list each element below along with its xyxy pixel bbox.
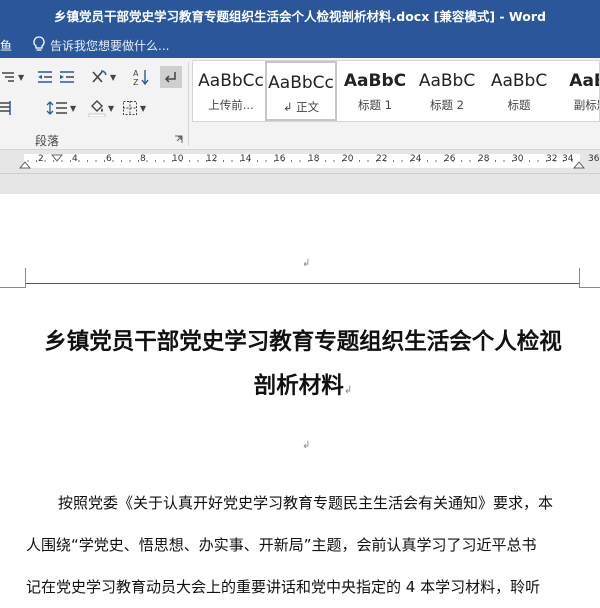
ruler-number: 6 (106, 154, 112, 164)
ruler-number: 2 (38, 154, 44, 164)
horizontal-ruler[interactable]: 2 4 6 8 10 12 14 16 18 20 22 24 26 28 30 32 34 36 (0, 150, 600, 174)
ribbon: ▼ ▼ A Z ▼ ▼ ▼ 段落 AaBbCc 上传前... AaBbCc ↲ … (0, 58, 600, 150)
style-sample: AaBbCc (268, 73, 334, 93)
style-name: 标题 2 (430, 98, 464, 112)
lightbulb-icon (33, 36, 45, 51)
title-line-2-text: 剖析材料 (253, 373, 344, 399)
document-title[interactable]: 乡镇党员干部党史学习教育专题组织生活会个人检视 剖析材料↲ (18, 320, 588, 413)
body-line-3[interactable]: 记在党史学习教育动员大会上的重要讲话和党中央指定的 4 本学习材料，聆听 (26, 576, 586, 597)
ruler-number: 26 (444, 154, 456, 164)
ruler-number: 36 (588, 154, 600, 164)
multilevel-list-icon (2, 72, 14, 82)
paragraph-mark-icon (164, 72, 176, 83)
chinese-layout-button[interactable]: ▼ (90, 66, 116, 88)
shading-button[interactable]: ▼ (88, 97, 114, 119)
ruler-number: 34 (562, 154, 574, 164)
title-line-2: 剖析材料↲ (18, 364, 588, 413)
paragraph-mark: ↲ (343, 385, 353, 396)
line-spacing-icon (46, 101, 67, 115)
ruler-ticks (18, 154, 586, 169)
svg-text:Z: Z (133, 78, 139, 86)
style-sample: AaBbC (418, 71, 476, 91)
chevron-down-icon: ▼ (110, 72, 117, 82)
ruler-number: 18 (308, 154, 320, 164)
ruler-number: 20 (342, 154, 354, 164)
header-rule (26, 283, 579, 284)
align-distributed-button[interactable] (0, 97, 12, 119)
svg-text:A: A (133, 69, 139, 78)
chinese-layout-icon (92, 70, 107, 83)
style-name: 标题 1 (358, 98, 392, 112)
tell-me-input[interactable]: 告诉我您想要做什么... (50, 37, 169, 54)
paint-bucket-icon (88, 100, 106, 117)
paragraph-group-label: 段落 (35, 134, 60, 148)
borders-button[interactable]: ▼ (122, 97, 146, 119)
chevron-down-icon: ▼ (140, 103, 147, 113)
body-line-2[interactable]: 人围绕“学党史、悟思想、办实事、开新局”主题，会前认真学习了习近平总书 (26, 534, 586, 555)
style-name: 副标题 (573, 98, 599, 112)
style-item-3[interactable]: AaBbC 标题 2 (411, 61, 483, 121)
multilevel-list-button[interactable]: ▼ (0, 66, 24, 88)
document-gutter (0, 174, 600, 194)
ruler-number: 10 (172, 154, 184, 164)
left-indent-marker[interactable] (18, 161, 32, 169)
increase-indent-button[interactable] (58, 66, 76, 88)
show-formatting-button[interactable] (160, 66, 182, 88)
styles-gallery: AaBbCc 上传前... AaBbCc ↲ 正文 AaBbC 标题 1 AaB… (192, 60, 600, 122)
style-item-0[interactable]: AaBbCc 上传前... (195, 61, 267, 121)
ruler-number: 8 (140, 154, 146, 164)
style-sample: AaBbCc (198, 71, 264, 91)
ruler-number: 14 (240, 154, 252, 164)
window-title: 乡镇党员干部党史学习教育专题组织生活会个人检视剖析材料.docx [兼容模式] … (54, 9, 546, 24)
sort-button[interactable]: A Z (132, 66, 150, 88)
sort-icon: A Z (133, 69, 149, 86)
borders-icon (123, 101, 137, 115)
chevron-down-icon: ▼ (70, 103, 77, 113)
ruler-number: 30 (512, 154, 524, 164)
crop-mark-left (0, 268, 26, 288)
ruler-number: 12 (206, 154, 218, 164)
style-sample: AaBl (569, 71, 599, 91)
crop-mark-right (579, 268, 600, 288)
right-indent-marker[interactable] (572, 161, 586, 169)
title-line-1: 乡镇党员干部党史学习教育专题组织生活会个人检视 (44, 329, 562, 355)
style-item-2[interactable]: AaBbC 标题 1 (339, 61, 411, 121)
group-separator (188, 62, 189, 146)
style-name: 上传前... (208, 98, 254, 112)
align-distributed-icon (0, 101, 11, 115)
style-name: 标题 (507, 98, 531, 112)
ruler-number: 28 (478, 154, 490, 164)
style-item-1[interactable]: AaBbCc ↲ 正文 (265, 61, 337, 121)
style-sample: AaBbC (343, 71, 407, 91)
decrease-indent-button[interactable] (36, 66, 54, 88)
decrease-indent-icon (38, 71, 52, 83)
title-bar: 乡镇党员干部党史学习教育专题组织生活会个人检视剖析材料.docx [兼容模式] … (0, 0, 600, 30)
empty-paragraph-mark: ↲ (302, 440, 311, 451)
ruler-number: 4 (72, 154, 78, 164)
ruler-number: 24 (410, 154, 422, 164)
body-line-1[interactable]: 按照党委《关于认真开好党史学习教育专题民主生活会有关通知》要求，本 (26, 492, 586, 513)
dialog-launcher-icon[interactable] (174, 135, 183, 144)
line-spacing-button[interactable]: ▼ (46, 97, 76, 119)
tab-fragment[interactable]: 鱼 (0, 37, 12, 54)
chevron-down-icon: ▼ (108, 103, 115, 113)
header-paragraph-mark: ↲ (302, 258, 311, 269)
increase-indent-icon (60, 71, 74, 83)
document-page[interactable]: ↲ 乡镇党员干部党史学习教育专题组织生活会个人检视 剖析材料↲ ↲ 按照党委《关… (0, 194, 600, 608)
ruler-number: 32 (546, 154, 558, 164)
ruler-number: 16 (274, 154, 286, 164)
ruler-number: 22 (376, 154, 388, 164)
chevron-down-icon: ▼ (18, 72, 25, 82)
style-item-4[interactable]: AaBbC 标题 (483, 61, 555, 121)
tell-me-bar: 鱼 告诉我您想要做什么... (0, 30, 600, 58)
style-sample: AaBbC (490, 71, 548, 91)
style-item-5[interactable]: AaBl 副标题 (555, 61, 599, 121)
style-name: ↲ 正文 (282, 100, 320, 114)
